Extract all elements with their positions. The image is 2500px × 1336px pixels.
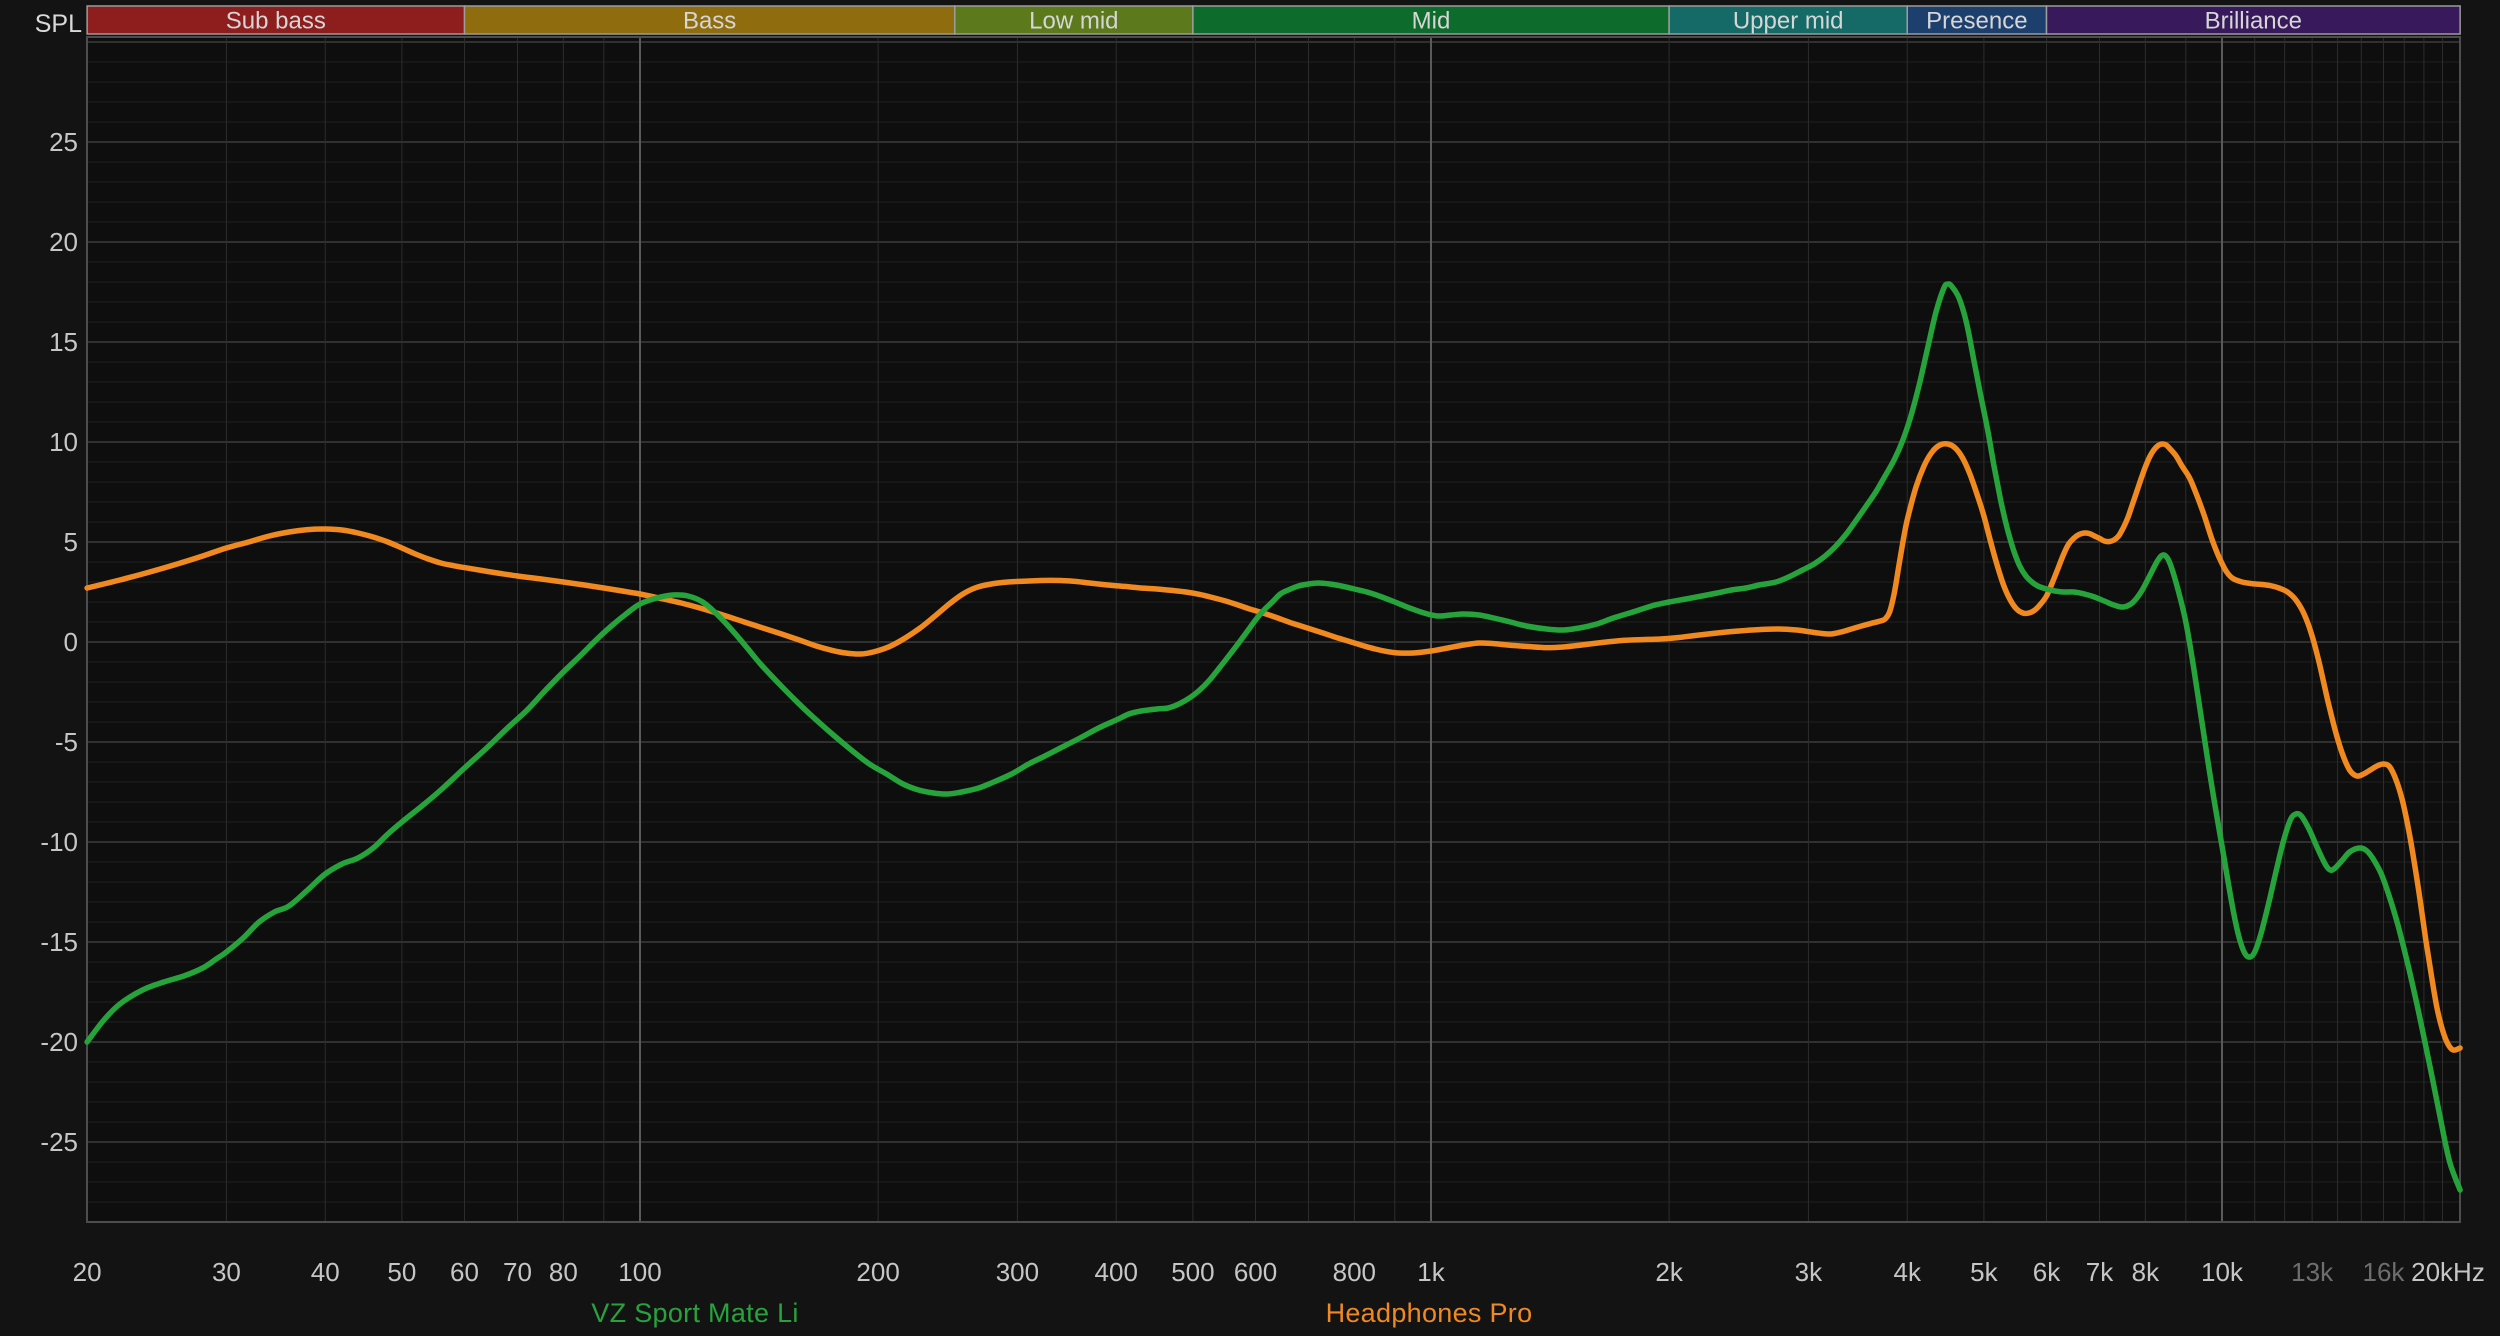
y-tick-label-15: 15 [49,327,78,357]
legend-item-vz-sport-mate-li[interactable]: VZ Sport Mate Li [591,1298,798,1329]
band-label-bass: Bass [683,8,736,35]
x-tick-label-80: 80 [549,1257,578,1287]
y-tick-label--25: -25 [40,1127,78,1157]
x-tick-label-3k: 3k [1795,1257,1823,1287]
y-tick-label-0: 0 [64,627,78,657]
band-label-upper-mid: Upper mid [1733,8,1844,35]
x-tick-label-13k: 13k [2291,1257,2334,1287]
x-tick-label-4k: 4k [1893,1257,1921,1287]
x-tick-label-400: 400 [1095,1257,1138,1287]
x-tick-label-10k: 10k [2201,1257,2244,1287]
y-tick-label-5: 5 [64,527,78,557]
band-label-low-mid: Low mid [1029,8,1118,35]
x-tick-label-100: 100 [618,1257,661,1287]
x-tick-label-300: 300 [996,1257,1039,1287]
y-tick-label-25: 25 [49,127,78,157]
legend-item-headphones-pro[interactable]: Headphones Pro [1326,1298,1533,1329]
x-tick-label-1k: 1k [1417,1257,1445,1287]
x-tick-label-16k: 16k [2362,1257,2405,1287]
x-tick-label-20: 20 [73,1257,102,1287]
x-tick-label-800: 800 [1333,1257,1376,1287]
y-tick-label--15: -15 [40,927,78,957]
chart-canvas: Sub bass Bass Low mid Mid Upper mid Presence B… [0,0,2500,1336]
band-label-presence: Presence [1926,8,2027,35]
x-tick-label-70: 70 [503,1257,532,1287]
y-axis-title: SPL [0,10,82,39]
band-label-sub-bass: Sub bass [226,8,326,35]
x-tick-label-500: 500 [1171,1257,1214,1287]
x-tick-label-600: 600 [1234,1257,1277,1287]
x-tick-label-2k: 2k [1655,1257,1683,1287]
x-tick-label-60: 60 [450,1257,479,1287]
x-tick-label-200: 200 [856,1257,899,1287]
y-tick-label-10: 10 [49,427,78,457]
x-tick-label-30: 30 [212,1257,241,1287]
x-tick-label-8k: 8k [2132,1257,2160,1287]
frequency-response-chart: Sub bass Bass Low mid Mid Upper mid Presence B… [0,0,2500,1336]
x-tick-label-50: 50 [387,1257,416,1287]
x-tick-label-20kHz: 20kHz [2411,1257,2485,1287]
band-label-mid: Mid [1412,8,1451,35]
plot-area [87,37,2460,1222]
x-tick-label-6k: 6k [2033,1257,2061,1287]
y-tick-label-20: 20 [49,227,78,257]
band-label-brilliance: Brilliance [2205,8,2302,35]
y-tick-label--5: -5 [55,727,78,757]
x-tick-label-7k: 7k [2086,1257,2114,1287]
x-tick-label-40: 40 [311,1257,340,1287]
x-tick-label-5k: 5k [1970,1257,1998,1287]
y-tick-label--20: -20 [40,1027,78,1057]
y-tick-label--10: -10 [40,827,78,857]
